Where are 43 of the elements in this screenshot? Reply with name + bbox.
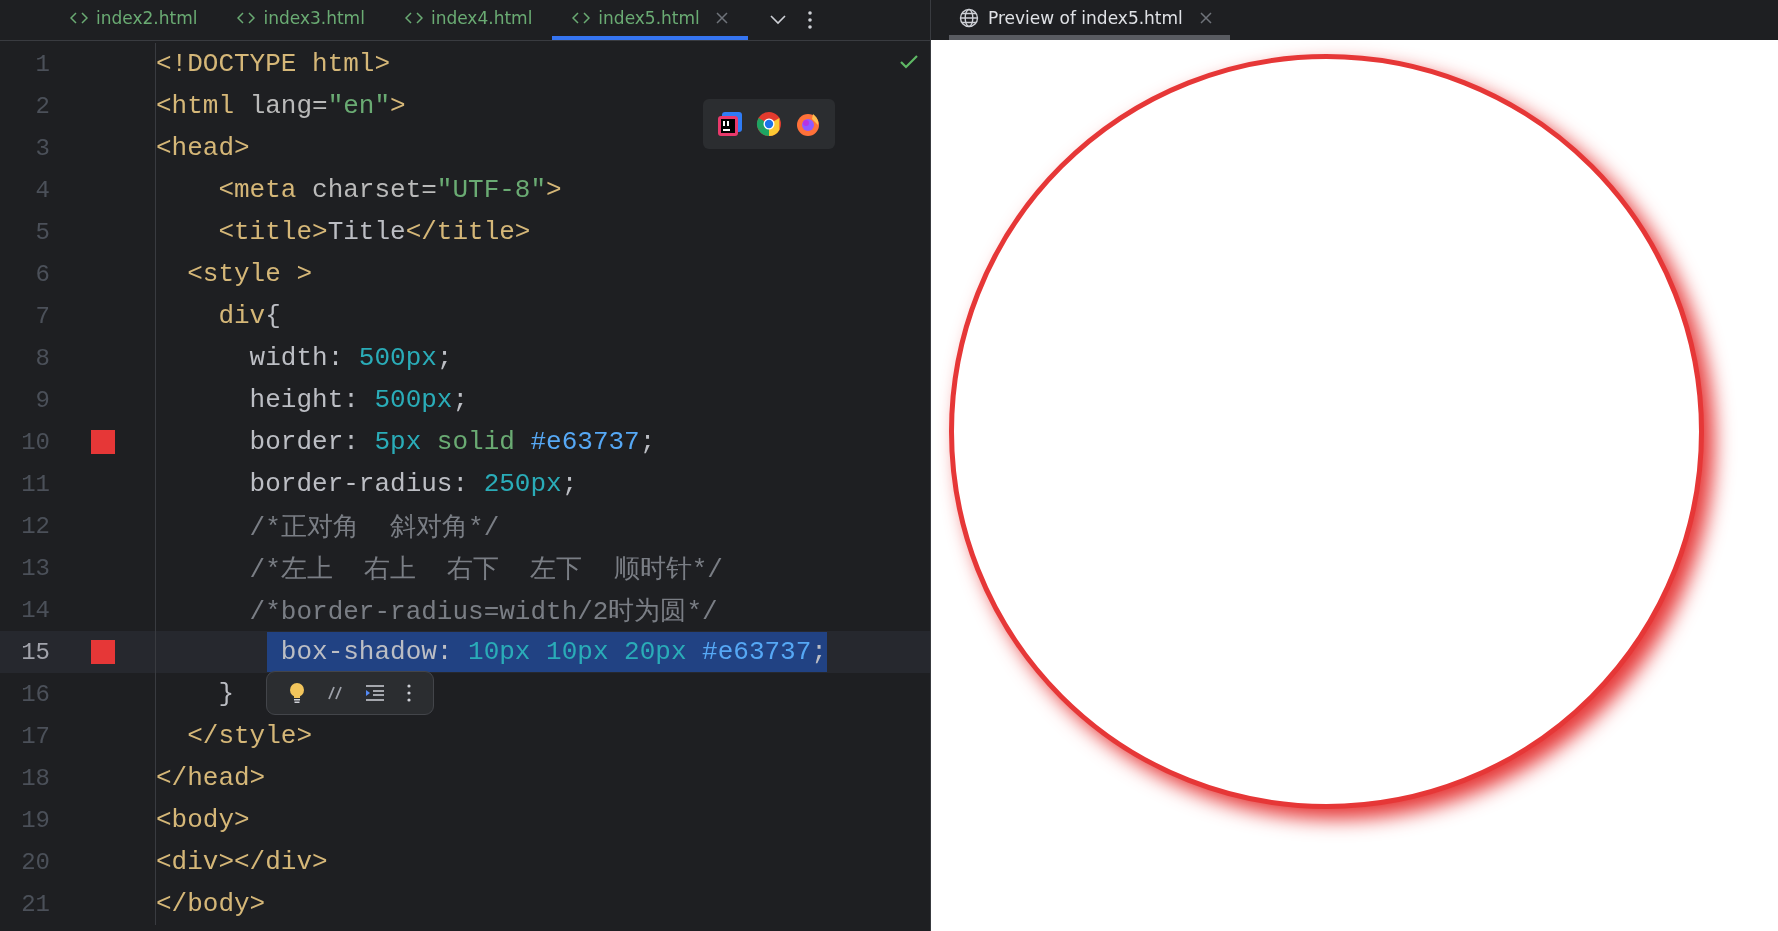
check-icon[interactable] xyxy=(900,55,918,69)
code-line: <html lang="en"> xyxy=(155,85,406,127)
chrome-icon[interactable] xyxy=(756,111,782,137)
ide-icon[interactable] xyxy=(717,111,743,137)
code-icon xyxy=(237,12,256,24)
code-line: <title>Title</title> xyxy=(155,211,531,253)
code-line: border: 5px solid #e63737; xyxy=(155,421,656,463)
editor-tab[interactable]: index5.html xyxy=(552,0,748,40)
globe-icon xyxy=(959,7,979,28)
more-icon[interactable] xyxy=(807,11,812,29)
close-icon[interactable] xyxy=(715,12,728,24)
code-line: </head> xyxy=(155,757,266,799)
code-line: <meta charset="UTF-8"> xyxy=(155,169,562,211)
color-swatch[interactable] xyxy=(90,640,115,664)
editor-tab[interactable]: index2.html xyxy=(50,0,218,40)
firefox-icon[interactable] xyxy=(795,111,821,137)
code-icon xyxy=(70,12,88,24)
close-icon[interactable] xyxy=(1199,11,1212,24)
code-line: border-radius: 250px; xyxy=(155,463,578,505)
more-icon[interactable] xyxy=(407,684,411,702)
editor-tab[interactable]: index3.html xyxy=(217,0,385,40)
code-line: box-shadow: 10px 10px 20px #e63737; xyxy=(155,631,827,673)
code-line: /*正对角 斜对角*/ xyxy=(155,505,500,547)
comment-icon[interactable] xyxy=(327,685,343,701)
code-line: } xyxy=(155,673,234,715)
code-line: <body> xyxy=(155,799,250,841)
code-line: div{ xyxy=(155,295,281,337)
code-line: /*左上 右上 右下 左下 顺时针*/ xyxy=(155,547,723,589)
code-line: <style > xyxy=(155,253,313,295)
code-line: width: 500px; xyxy=(155,337,453,379)
code-icon xyxy=(572,12,591,24)
code-icon xyxy=(404,12,423,24)
lightbulb-icon[interactable] xyxy=(289,682,305,704)
code-line: <!DOCTYPE html> xyxy=(155,43,391,85)
code-line: <head> xyxy=(155,127,250,169)
indent-icon[interactable] xyxy=(365,685,385,701)
color-swatch[interactable] xyxy=(90,430,115,454)
chevron-down-icon[interactable] xyxy=(769,15,786,25)
code-line: <div></div> xyxy=(155,841,328,883)
line-number: 15 xyxy=(20,638,50,666)
editor-tab[interactable]: index4.html xyxy=(384,0,553,40)
code-line: </body> xyxy=(155,883,266,925)
code-line: height: 500px; xyxy=(155,379,469,421)
